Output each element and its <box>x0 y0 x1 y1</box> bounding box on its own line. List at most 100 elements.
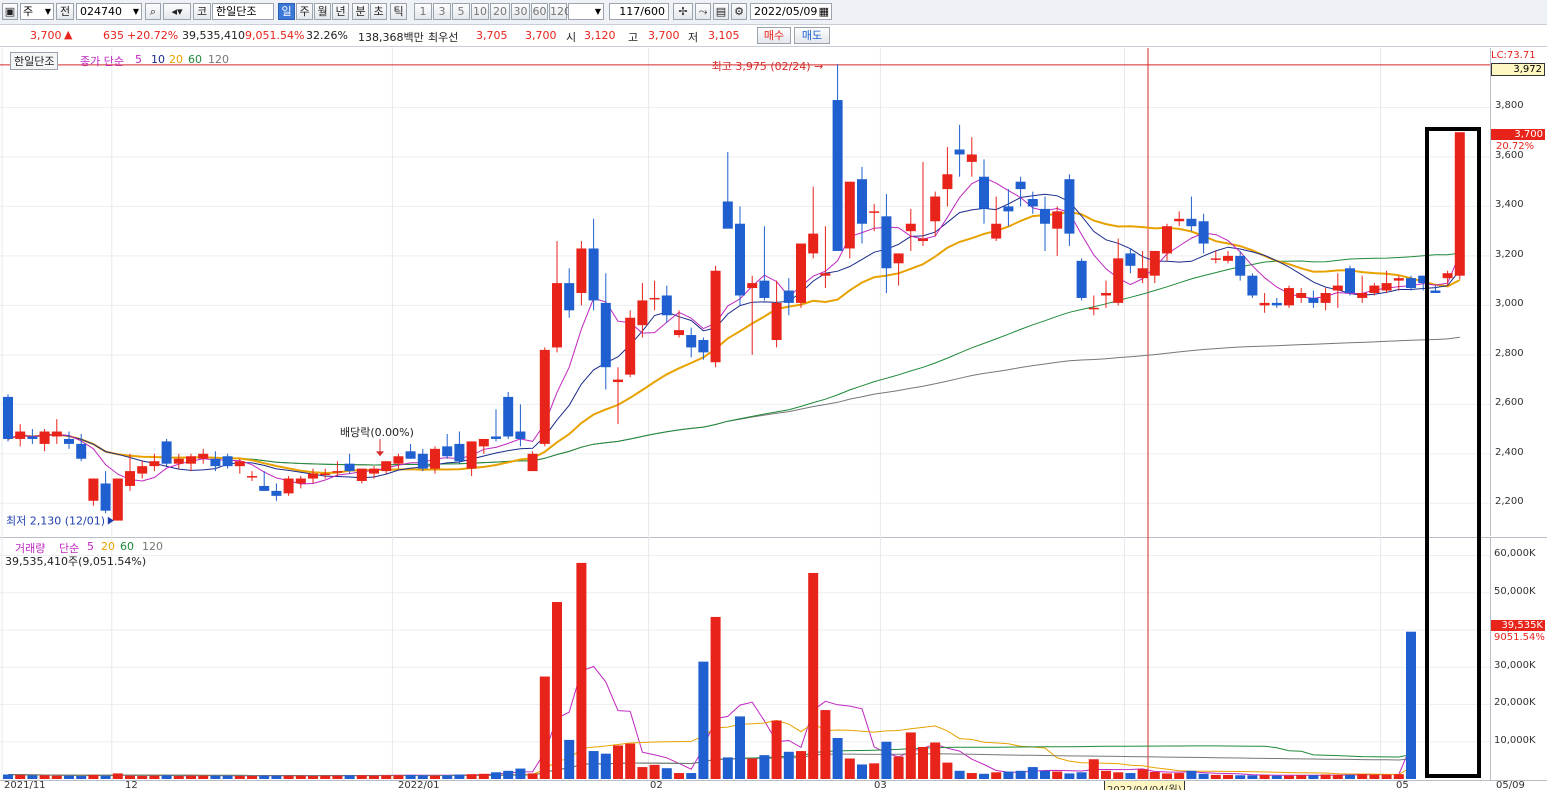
price-tick-2: 3,400 <box>1495 199 1524 211</box>
market-badge[interactable]: 코 <box>193 3 211 20</box>
volume-bar-14 <box>173 776 184 779</box>
volume-bar-58 <box>710 616 721 779</box>
period-button-2[interactable]: 월 <box>314 3 331 20</box>
volume-bar-66 <box>808 572 819 779</box>
draw-tool-icon[interactable]: ⤳ <box>695 3 711 20</box>
volume-bar-50 <box>613 745 623 779</box>
search-icon[interactable]: ⌕ <box>145 3 161 20</box>
price-tick-3: 3,200 <box>1495 248 1524 260</box>
candle-body-64 <box>783 290 794 303</box>
candle-body-27 <box>332 471 343 473</box>
best-quote-label: 최우선 <box>428 31 459 44</box>
period-button-6[interactable]: 틱 <box>390 3 407 20</box>
buy-button[interactable]: 매수 <box>757 27 791 44</box>
volume-bar-112 <box>1369 774 1380 779</box>
speaker-icon[interactable]: ◂▾ <box>163 3 191 20</box>
volume-bar-87 <box>1064 773 1075 779</box>
candle-body-82 <box>1003 206 1014 212</box>
interval-button-3[interactable]: 10 <box>471 3 489 20</box>
sell-button[interactable]: 매도 <box>794 27 830 44</box>
candle-body-10 <box>125 471 135 486</box>
candle-body-70 <box>857 179 867 224</box>
candle-body-37 <box>454 443 465 462</box>
candle-body-80 <box>979 176 989 209</box>
all-button[interactable]: 전 <box>56 3 74 20</box>
candle-body-103 <box>1259 302 1270 306</box>
candle-body-108 <box>1320 293 1331 303</box>
candle-body-22 <box>271 490 282 496</box>
candle-body-102 <box>1247 275 1258 296</box>
ma5-line <box>7 177 1461 485</box>
candle-body-16 <box>198 453 209 459</box>
candle-body-97 <box>1186 218 1197 227</box>
period-button-1[interactable]: 주 <box>296 3 313 20</box>
candle-body-99 <box>1210 258 1221 260</box>
volume-bar-38 <box>466 774 477 779</box>
date-field[interactable]: 2022/05/09 ▦ <box>750 3 832 20</box>
best-bid: 3,700 <box>525 29 557 42</box>
period-select[interactable]: 주 ▼ <box>20 3 54 20</box>
layout-icon[interactable]: ▣ <box>2 3 18 20</box>
count-field[interactable]: 117/600 <box>609 3 669 20</box>
period-button-4[interactable]: 분 <box>352 3 369 20</box>
candle-body-49 <box>600 302 611 368</box>
volume-bar-19 <box>234 776 245 779</box>
volume-bar-31 <box>381 775 392 779</box>
save-icon[interactable]: ▤ <box>713 3 729 20</box>
candle-body-61 <box>747 283 758 289</box>
calendar-icon: ▦ <box>818 5 829 18</box>
candle-body-69 <box>844 181 855 249</box>
interval-button-1[interactable]: 3 <box>433 3 451 20</box>
period-button-0[interactable]: 일 <box>278 3 295 20</box>
interval-button-7[interactable]: 120 <box>549 3 571 20</box>
gear-icon[interactable]: ⚙ <box>731 3 747 20</box>
interval-button-5[interactable]: 30 <box>511 3 530 20</box>
volume-ma20-path <box>7 719 1412 777</box>
period-button-5[interactable]: 초 <box>370 3 387 20</box>
candle-body-7 <box>88 478 99 501</box>
volume-bar-24 <box>295 775 306 779</box>
price-ma-period-10: 10 <box>151 53 165 66</box>
interval-button-2[interactable]: 5 <box>452 3 470 20</box>
volume-bar-98 <box>1198 773 1209 779</box>
high-label: 고 <box>628 31 639 44</box>
interval-button-4[interactable]: 20 <box>490 3 510 20</box>
candle-body-23 <box>283 478 294 494</box>
volume-bar-105 <box>1284 775 1294 779</box>
interval-button-0[interactable]: 1 <box>414 3 432 20</box>
volume-bar-86 <box>1052 771 1063 779</box>
volume-bar-79 <box>966 773 977 779</box>
candle-body-45 <box>552 283 562 348</box>
volume-bar-23 <box>283 775 294 779</box>
volume-ma-period-20: 20 <box>101 540 115 553</box>
zoom-icon[interactable]: ✢ <box>673 3 693 20</box>
code-input[interactable]: 024740 ▼ <box>76 3 142 20</box>
candle-body-66 <box>808 233 819 254</box>
candle-body-40 <box>491 436 501 439</box>
volume-bar-49 <box>600 753 611 779</box>
price-tick-0: 3,800 <box>1495 100 1524 112</box>
stock-legend-tag[interactable]: 한일단조 <box>10 52 59 70</box>
interval-button-6[interactable]: 60 <box>531 3 548 20</box>
price-axis[interactable] <box>1490 48 1547 536</box>
candle-body-74 <box>905 223 916 232</box>
candle-body-95 <box>1162 226 1172 254</box>
price-chart[interactable]: 최고 3,975 (02/24) → 최저 2,130 (12/01) 배당락(0.… <box>0 48 1490 789</box>
period-button-3[interactable]: 년 <box>332 3 349 20</box>
volume-bar-107 <box>1308 775 1319 779</box>
volume-tick-3: 30,000K <box>1494 660 1536 672</box>
highlight-box <box>1425 127 1481 778</box>
candle-body-109 <box>1332 285 1343 291</box>
volume-bar-102 <box>1247 775 1258 779</box>
stock-name-field[interactable]: 한일단조 <box>212 3 274 20</box>
trade-volume: 39,535,410 <box>182 29 245 42</box>
candle-body-77 <box>942 174 953 190</box>
volume-bar-48 <box>588 751 599 779</box>
volume-bar-33 <box>405 774 416 779</box>
candle-body-14 <box>173 458 184 464</box>
candle-body-112 <box>1369 285 1380 293</box>
custom-interval-select[interactable]: ▼ <box>568 3 604 20</box>
quote-bar: 3,700 ▲ 635 +20.72% 39,535,410 9,051.54%… <box>0 25 1547 47</box>
last-volume-pct-tag: 9051.54% <box>1494 632 1545 643</box>
volume-tick-5: 10,000K <box>1494 734 1536 746</box>
